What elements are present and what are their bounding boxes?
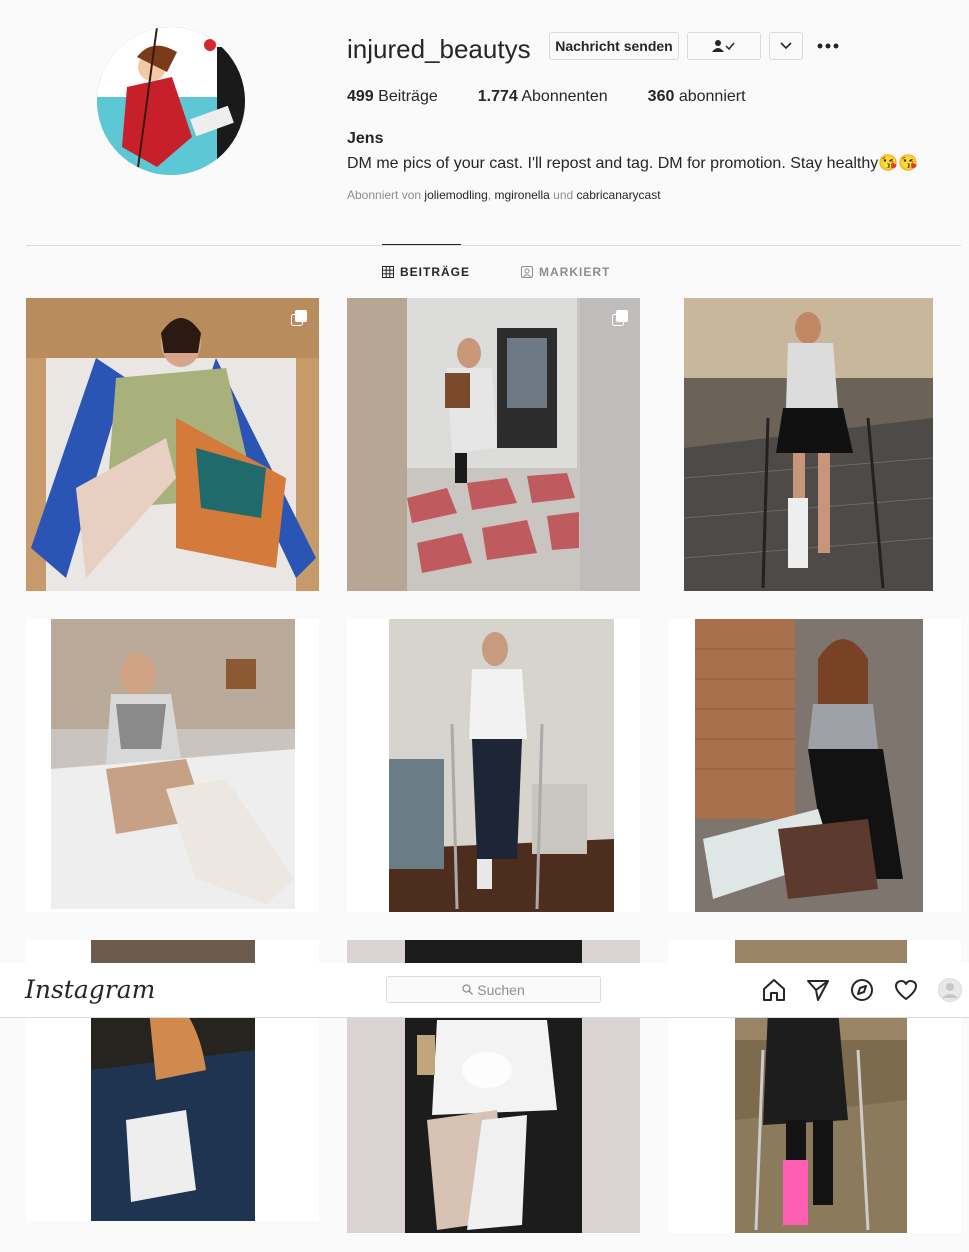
profile-avatar-icon [938,978,962,1002]
explore-button[interactable] [849,977,875,1003]
active-tab-indicator [382,244,461,245]
post-image [668,298,961,591]
followers-label: Abonnenten [521,88,608,105]
profile-stats: 499 Beiträge 1.774 Abonnenten 360 abonni… [347,88,746,106]
activity-button[interactable] [893,977,919,1003]
posts-label: Beiträge [378,88,438,105]
profile-full-name: Jens [347,130,384,147]
following-status-button[interactable] [687,32,761,60]
instagram-logo[interactable]: Instagram [25,975,155,1004]
post-image [26,619,319,912]
followed-by-user-1[interactable]: joliemodling [424,188,487,202]
following-count: 360 [647,88,675,105]
post-thumbnail[interactable] [26,619,319,912]
tab-tagged[interactable]: MARKIERT [521,265,610,279]
profile-bio: DM me pics of your cast. I'll repost and… [347,155,919,172]
paper-plane-icon [807,980,829,1001]
followed-by: Abonniert von joliemodling, mgironella u… [347,188,661,202]
post-thumbnail[interactable] [668,619,961,912]
followers-count: 1.774 [477,88,518,105]
post-image [26,298,319,591]
post-image [347,619,640,912]
tab-posts-label: BEITRÄGE [400,265,471,279]
profile-menu-button[interactable] [937,977,963,1003]
message-button[interactable]: Nachricht senden [549,32,679,60]
more-horizontal-icon [817,43,839,49]
posts-stat: 499 Beiträge [347,88,438,106]
tab-tagged-label: MARKIERT [539,265,611,279]
multiple-posts-icon [612,310,628,326]
followed-by-and: und [553,188,574,202]
post-thumbnail[interactable] [347,619,640,912]
followed-by-prefix: Abonniert von [347,188,422,202]
followed-by-user-2[interactable]: mgironella [494,188,549,202]
followers-stat[interactable]: 1.774 Abonnenten [478,88,608,106]
post-thumbnail[interactable] [668,298,961,591]
tab-posts[interactable]: BEITRÄGE [382,265,470,279]
following-label: abonniert [678,88,746,105]
post-image [668,619,961,912]
tabs-divider [26,245,961,246]
profile-avatar[interactable] [97,27,245,175]
home-icon [763,979,785,1001]
search-placeholder: Suchen [477,981,525,998]
search-input[interactable]: Suchen [386,976,601,1003]
compass-icon [851,979,873,1001]
avatar-illustration [97,27,245,175]
suggestions-dropdown-button[interactable] [769,32,803,60]
profile-username: injured_beautys [347,34,531,64]
heart-icon [895,980,917,1000]
direct-messages-button[interactable] [805,977,831,1003]
multiple-posts-icon [291,310,307,326]
post-thumbnail[interactable] [347,298,640,591]
more-options-button[interactable] [815,38,841,54]
person-check-icon [712,40,735,52]
posts-count: 499 [347,88,374,105]
tagged-user-icon [521,266,533,278]
home-button[interactable] [761,977,787,1003]
post-image [347,298,640,591]
grid-icon [382,266,394,278]
post-thumbnail[interactable] [26,298,319,591]
instagram-navbar: Instagram Suchen [0,963,969,1018]
followed-by-user-3[interactable]: cabricanarycast [577,188,661,202]
chevron-down-icon [780,42,792,50]
following-stat[interactable]: 360 abonniert [648,88,746,106]
search-icon [462,984,474,995]
